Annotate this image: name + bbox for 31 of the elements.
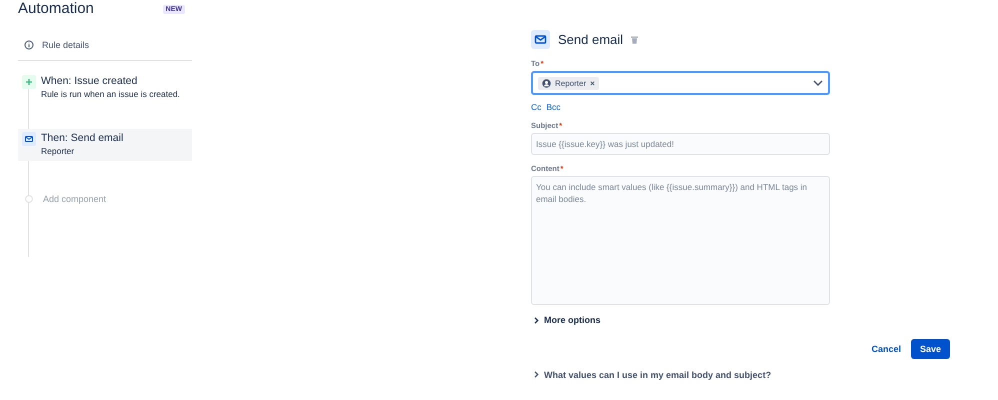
info-icon bbox=[24, 40, 34, 50]
cc-link[interactable]: Cc bbox=[531, 102, 542, 112]
remove-button[interactable]: × bbox=[590, 78, 595, 88]
chevron-right-icon bbox=[534, 371, 539, 378]
more-options-label: More options bbox=[544, 315, 600, 325]
rule-details-link[interactable]: Rule details bbox=[42, 40, 90, 50]
chevron-down-icon bbox=[813, 80, 823, 86]
help-label: What values can I use in my email body and subject? bbox=[544, 370, 772, 380]
page-title: Automation bbox=[18, 0, 94, 18]
step-subtitle: Rule is run when an issue is created. bbox=[41, 88, 180, 100]
rule-step[interactable]: Then: Send email Reporter bbox=[18, 129, 192, 161]
help-toggle[interactable]: What values can I use in my email body and subject? bbox=[531, 370, 830, 380]
step-subtitle: Reporter bbox=[41, 145, 76, 157]
trash-icon[interactable] bbox=[631, 36, 638, 44]
cancel-button[interactable]: Cancel bbox=[867, 338, 905, 358]
plus-icon bbox=[22, 75, 36, 89]
mail-icon bbox=[22, 132, 36, 146]
save-button[interactable]: Save bbox=[910, 338, 950, 358]
form-title: Send email bbox=[558, 32, 624, 47]
content-field[interactable]: You can include smart values (like {{issue.summary}}) and HTML tags in email bodies. bbox=[531, 176, 830, 305]
rule-step[interactable]: When: Issue created Rule is run when an issue is created. bbox=[18, 75, 192, 129]
chip-label: Reporter bbox=[555, 78, 586, 88]
step-title: Then: Send email bbox=[41, 132, 124, 145]
step-title: When: Issue created bbox=[41, 75, 138, 88]
more-options-toggle[interactable]: More options bbox=[531, 315, 600, 325]
bcc-link[interactable]: Bcc bbox=[546, 102, 561, 112]
mail-icon bbox=[531, 30, 550, 49]
subject-field[interactable]: Issue {{issue.key}} was just updated! bbox=[531, 133, 830, 155]
chevron-right-icon bbox=[534, 316, 539, 324]
user-icon bbox=[542, 78, 551, 88]
recipient-select[interactable]: Reporter × bbox=[531, 71, 830, 95]
